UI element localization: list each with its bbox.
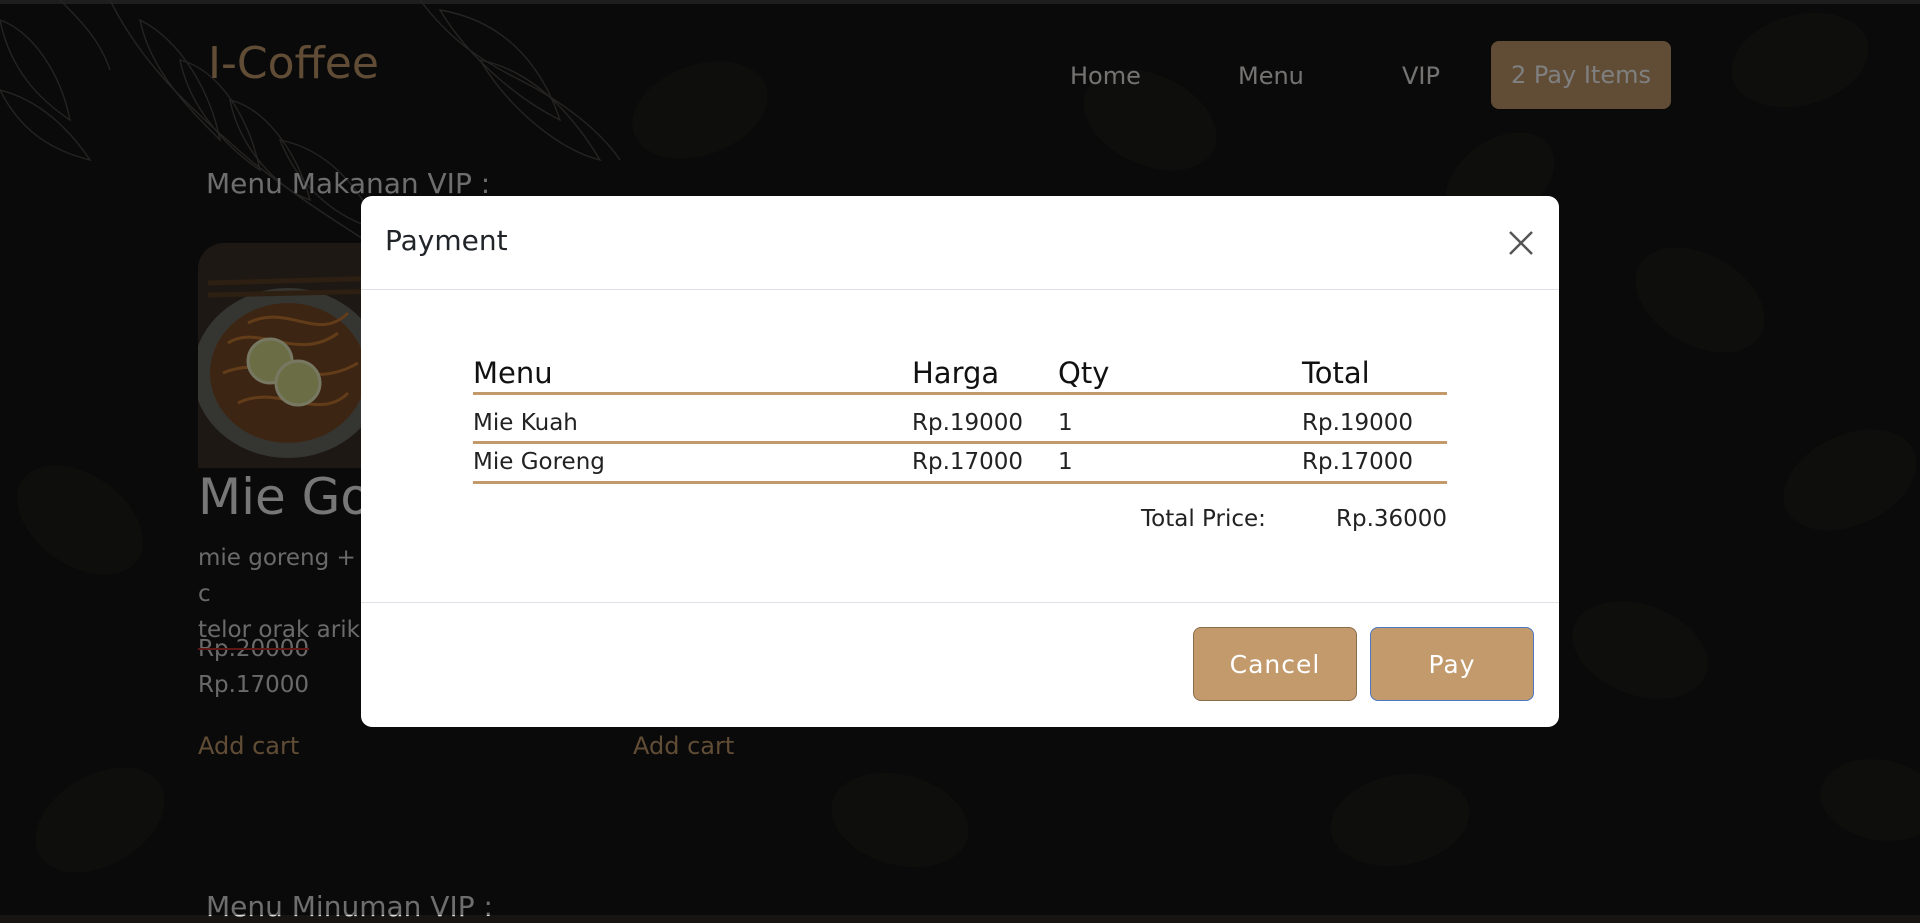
total-price-label: Total Price: [1141, 506, 1266, 532]
modal-body: Menu Harga Qty Total Mie Kuah Rp.19000 1… [361, 290, 1559, 599]
column-header-total: Total [1302, 356, 1370, 390]
table-cell-total: Rp.19000 [1302, 410, 1414, 436]
table-cell-total: Rp.17000 [1302, 449, 1414, 475]
modal-footer: Cancel Pay [361, 602, 1559, 728]
column-header-menu: Menu [473, 356, 553, 390]
row-divider [473, 441, 1447, 444]
total-price-value: Rp.36000 [1336, 506, 1448, 532]
cancel-button[interactable]: Cancel [1193, 627, 1357, 701]
row-divider [473, 481, 1447, 484]
pay-button[interactable]: Pay [1370, 627, 1534, 701]
table-cell-menu: Mie Kuah [473, 410, 578, 436]
table-cell-harga: Rp.19000 [912, 410, 1024, 436]
header-divider [473, 392, 1447, 395]
table-cell-qty: 1 [1058, 410, 1073, 436]
payment-modal: Payment Menu Harga Qty Total Mie Kuah Rp… [361, 196, 1559, 727]
table-cell-harga: Rp.17000 [912, 449, 1024, 475]
column-header-harga: Harga [912, 356, 1000, 390]
modal-title: Payment [385, 224, 508, 257]
table-cell-menu: Mie Goreng [473, 449, 605, 475]
column-header-qty: Qty [1058, 356, 1110, 390]
close-icon[interactable] [1504, 226, 1538, 260]
modal-header: Payment [361, 196, 1559, 290]
table-cell-qty: 1 [1058, 449, 1073, 475]
